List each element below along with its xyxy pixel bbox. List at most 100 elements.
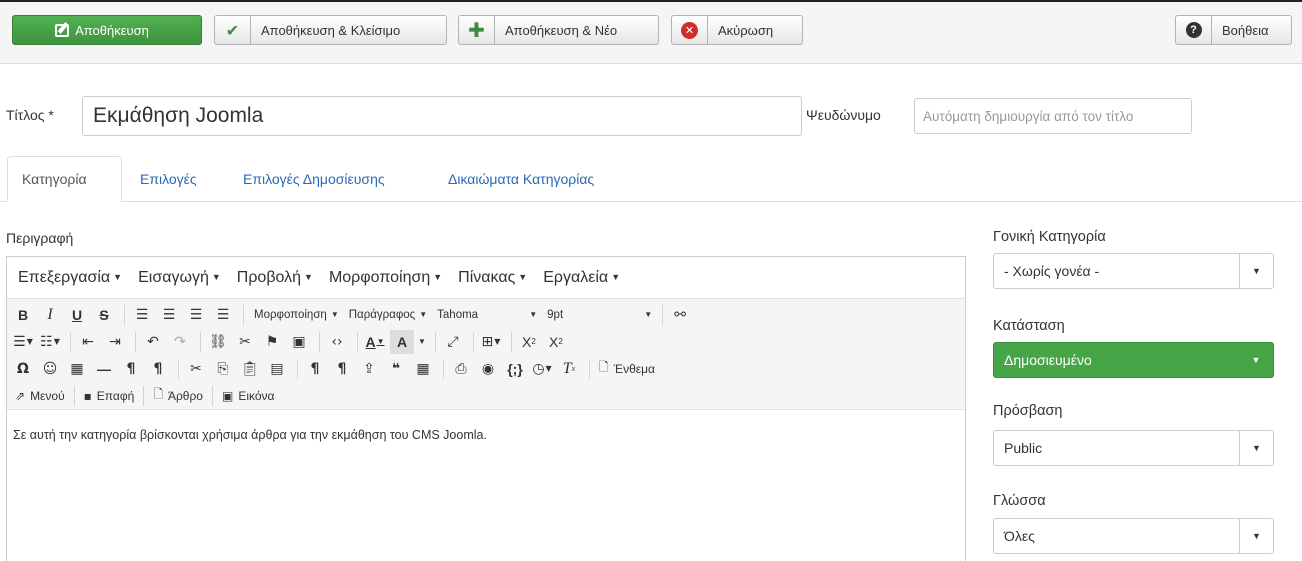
image-button[interactable]: ▣ Εικόνα	[218, 384, 278, 408]
copy-icon[interactable]: ⎘	[211, 357, 235, 381]
emoticon-icon[interactable]: ☺	[38, 357, 62, 381]
format-dropdown[interactable]: Μορφοποίηση ▼	[249, 303, 344, 327]
language-value: Όλες	[1004, 528, 1035, 544]
text-color-icon[interactable]: A ▼	[363, 330, 387, 354]
tab-options[interactable]: Επιλογές	[140, 156, 197, 202]
indent-icon[interactable]: ⇥	[103, 330, 127, 354]
parent-category-select[interactable]: - Χωρίς γονέα - ▼	[993, 253, 1274, 289]
link-icon[interactable]: ⛓	[206, 330, 230, 354]
code-icon[interactable]: ‹›	[325, 330, 349, 354]
blocks-icon[interactable]: ¶	[330, 357, 354, 381]
outdent-icon[interactable]: ⇤	[76, 330, 100, 354]
print-icon[interactable]: ⎙	[449, 357, 473, 381]
align-right-icon[interactable]: ☰	[184, 303, 208, 327]
italic-icon[interactable]: I	[38, 303, 62, 327]
template-icon[interactable]: ▦	[411, 357, 435, 381]
cancel-label: Ακύρωση	[718, 22, 774, 38]
ltr-icon[interactable]: ¶	[119, 357, 143, 381]
menu-insert[interactable]: Εισαγωγή ▼	[130, 269, 229, 287]
chevron-down-icon: ▼	[1239, 431, 1273, 465]
embed-button[interactable]: 🗋︎ Ένθεμα	[595, 357, 659, 381]
menu-button[interactable]: ⇗ Μενού	[11, 384, 69, 408]
subscript-icon[interactable]: X2	[517, 330, 541, 354]
underline-icon[interactable]: U	[65, 303, 89, 327]
title-input[interactable]	[82, 96, 802, 136]
bullet-list-icon[interactable]: ☰ ▼	[11, 330, 35, 354]
help-label: Βοήθεια	[1222, 22, 1269, 38]
upload-icon[interactable]: ⇪	[357, 357, 381, 381]
media-icon[interactable]: ▦	[65, 357, 89, 381]
title-label: Τίτλος *	[6, 107, 54, 123]
anchor-icon[interactable]: ⚑	[260, 330, 284, 354]
plus-icon: ✚	[459, 16, 495, 44]
table-icon[interactable]: ⊞ ▼	[479, 330, 503, 354]
superscript-icon[interactable]: X2	[544, 330, 568, 354]
menu-format[interactable]: Μορφοποίηση ▼	[321, 269, 450, 287]
image-icon[interactable]: ▣	[287, 330, 311, 354]
editor-toolbar-row: Ω ☺ ▦ — ¶ ¶ ✂ ⎘ 📋︎ ▤ ¶ ¶ ⇪ ❝ ▦ ⎙ ◉ {;} ◷…	[11, 355, 965, 382]
redo-icon[interactable]: ↷	[168, 330, 192, 354]
cut-icon[interactable]: ✂	[184, 357, 208, 381]
special-char-icon[interactable]: Ω	[11, 357, 35, 381]
editor-content[interactable]: Σε αυτή την κατηγορία βρίσκονται χρήσιμα…	[7, 410, 965, 460]
tab-bar: Κατηγορία Επιλογές Επιλογές Δημοσίευσης …	[0, 155, 1302, 202]
parent-category-label: Γονική Κατηγορία	[993, 229, 1106, 245]
rich-text-editor: Επεξεργασία ▼ Εισαγωγή ▼ Προβολή ▼ Μορφοποί…	[6, 256, 966, 561]
source-code-icon[interactable]: {;}	[503, 357, 527, 381]
tab-publishing[interactable]: Επιλογές Δημοσίευσης	[243, 156, 385, 202]
pilcrow-icon[interactable]: ¶	[303, 357, 327, 381]
tab-permissions[interactable]: Δικαιώματα Κατηγορίας	[448, 156, 594, 202]
rtl-icon[interactable]: ¶	[146, 357, 170, 381]
blockquote-icon[interactable]: ❝	[384, 357, 408, 381]
article-button[interactable]: 🗋︎ Άρθρο	[149, 384, 207, 408]
editor-toolbar: B I U S ☰ ☰ ☰ ☰ Μορφοποίηση ▼ Παράγραφος ▼…	[7, 299, 965, 410]
status-label: Κατάσταση	[993, 318, 1065, 334]
cancel-button[interactable]: ✕ Ακύρωση	[671, 15, 803, 45]
fullscreen-icon[interactable]: ⤢	[441, 330, 465, 354]
numbered-list-icon[interactable]: ☷ ▼	[38, 330, 62, 354]
access-label: Πρόσβαση	[993, 403, 1063, 419]
alias-label: Ψευδώνυμο	[806, 107, 881, 123]
check-icon: ✔	[215, 16, 251, 44]
save-close-button[interactable]: ✔ Αποθήκευση & Κλείσιμο	[214, 15, 447, 45]
preview-icon[interactable]: ◉	[476, 357, 500, 381]
save-label: Αποθήκευση	[75, 22, 149, 38]
background-color-icon[interactable]: A	[390, 329, 414, 354]
unlink-icon[interactable]: ✂	[233, 330, 257, 354]
chevron-down-icon: ▼	[1239, 254, 1273, 288]
menu-table[interactable]: Πίνακας ▼	[450, 269, 535, 287]
access-select[interactable]: Public ▼	[993, 430, 1274, 466]
horizontal-rule-icon[interactable]: —	[92, 357, 116, 381]
contact-button[interactable]: ▪ Επαφή	[80, 384, 139, 408]
align-center-icon[interactable]: ☰	[157, 303, 181, 327]
menu-edit[interactable]: Επεξεργασία ▼	[10, 269, 130, 287]
description-label: Περιγραφή	[6, 230, 74, 246]
paste-icon[interactable]: 📋︎	[238, 357, 262, 381]
save-new-button[interactable]: ✚ Αποθήκευση & Νέο	[458, 15, 659, 45]
font-dropdown[interactable]: Tahoma ▼	[432, 303, 542, 327]
alias-input[interactable]	[914, 98, 1192, 134]
status-value: Δημοσιευμένο	[1004, 352, 1092, 368]
align-left-icon[interactable]: ☰	[130, 303, 154, 327]
paste-text-icon[interactable]: ▤	[265, 357, 289, 381]
undo-icon[interactable]: ↶	[141, 330, 165, 354]
menu-view[interactable]: Προβολή ▼	[229, 269, 321, 287]
bold-icon[interactable]: B	[11, 303, 35, 327]
save-button[interactable]: Αποθήκευση	[12, 15, 202, 45]
share-icon: ⇗	[15, 388, 26, 403]
language-select[interactable]: Όλες ▼	[993, 518, 1274, 554]
help-button[interactable]: ? Βοήθεια	[1175, 15, 1292, 45]
block-dropdown[interactable]: Παράγραφος ▼	[344, 303, 432, 327]
save-new-label: Αποθήκευση & Νέο	[505, 22, 618, 38]
document-icon: 🗋︎	[599, 360, 609, 374]
strikethrough-icon[interactable]: S	[92, 303, 116, 327]
status-select[interactable]: Δημοσιευμένο ▼	[993, 342, 1274, 378]
size-dropdown[interactable]: 9pt ▼	[542, 303, 657, 327]
tab-category[interactable]: Κατηγορία	[7, 156, 122, 202]
datetime-icon[interactable]: ◷ ▼	[530, 357, 554, 381]
picture-icon: ▣	[221, 388, 234, 403]
menu-tools[interactable]: Εργαλεία ▼	[535, 269, 628, 287]
clear-format-icon[interactable]: Tx	[557, 357, 581, 381]
find-replace-icon[interactable]: ⚯	[668, 303, 692, 327]
align-justify-icon[interactable]: ☰	[211, 303, 235, 327]
